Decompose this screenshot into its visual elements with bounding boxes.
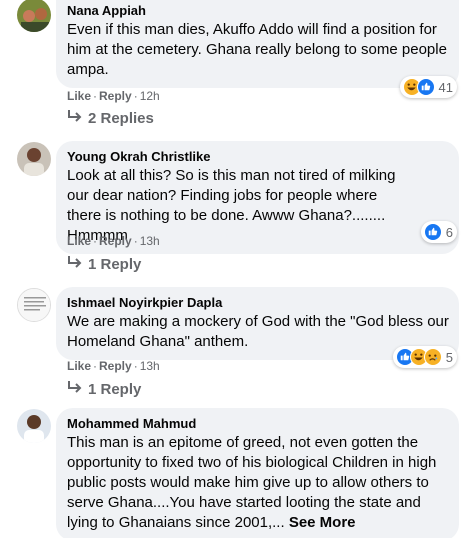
avatar-photo	[17, 409, 51, 443]
comment-text-body: This man is an epitome of greed, not eve…	[67, 434, 437, 531]
like-button[interactable]: Like	[67, 359, 91, 373]
comment-text: Even if this man dies, Akuffo Addo will …	[67, 21, 447, 78]
avatar[interactable]	[17, 0, 51, 32]
like-icon	[423, 223, 442, 241]
reply-button[interactable]: Reply	[99, 234, 132, 248]
see-more-link[interactable]: See More	[289, 514, 356, 531]
avatar[interactable]	[17, 409, 51, 443]
reply-button[interactable]: Reply	[99, 89, 132, 103]
avatar-photo	[18, 289, 50, 321]
reply-arrow-icon	[67, 255, 84, 275]
timestamp[interactable]: 12h	[140, 89, 160, 103]
reaction-count: 6	[445, 224, 453, 240]
replies-count: 1 Reply	[88, 256, 142, 273]
comment-bubble: Nana Appiah Even if this man dies, Akuff…	[56, 0, 459, 88]
comment-author[interactable]: Ishmael Noyirkpier Dapla	[67, 294, 448, 311]
timestamp[interactable]: 13h	[140, 359, 160, 373]
reaction-summary[interactable]: 6	[420, 221, 457, 243]
comment-author[interactable]: Nana Appiah	[67, 2, 448, 19]
replies-count: 2 Replies	[88, 110, 154, 127]
comment-author[interactable]: Mohammed Mahmud	[67, 415, 448, 432]
view-replies-link[interactable]: 1 Reply	[67, 380, 141, 400]
comment-text: We are making a mockery of God with the …	[67, 313, 449, 350]
avatar-photo	[17, 142, 51, 176]
reply-arrow-icon	[67, 109, 84, 129]
like-icon	[416, 78, 435, 96]
reply-button[interactable]: Reply	[99, 359, 132, 373]
view-replies-link[interactable]: 2 Replies	[67, 109, 154, 129]
avatar[interactable]	[17, 288, 51, 322]
sad-icon	[423, 348, 442, 366]
avatar[interactable]	[17, 142, 51, 176]
comment-bubble: Mohammed Mahmud This man is an epitome o…	[56, 408, 459, 538]
reaction-count: 5	[445, 349, 453, 365]
comment-author[interactable]: Young Okrah Christlike	[67, 148, 448, 165]
like-button[interactable]: Like	[67, 234, 91, 248]
reaction-count: 41	[438, 79, 453, 95]
view-replies-link[interactable]: 1 Reply	[67, 255, 141, 275]
comment-actions: Like · Reply · 12h	[67, 89, 160, 103]
comment-actions: Like · Reply · 13h	[67, 359, 160, 373]
comment-actions: Like · Reply · 13h	[67, 234, 160, 248]
reply-arrow-icon	[67, 380, 84, 400]
reaction-summary[interactable]: 5	[392, 346, 457, 368]
comment-text: This man is an epitome of greed, not eve…	[67, 433, 437, 533]
like-button[interactable]: Like	[67, 89, 91, 103]
reaction-summary[interactable]: 41	[399, 76, 457, 98]
avatar-photo	[17, 0, 51, 32]
timestamp[interactable]: 13h	[140, 234, 160, 248]
replies-count: 1 Reply	[88, 381, 142, 398]
